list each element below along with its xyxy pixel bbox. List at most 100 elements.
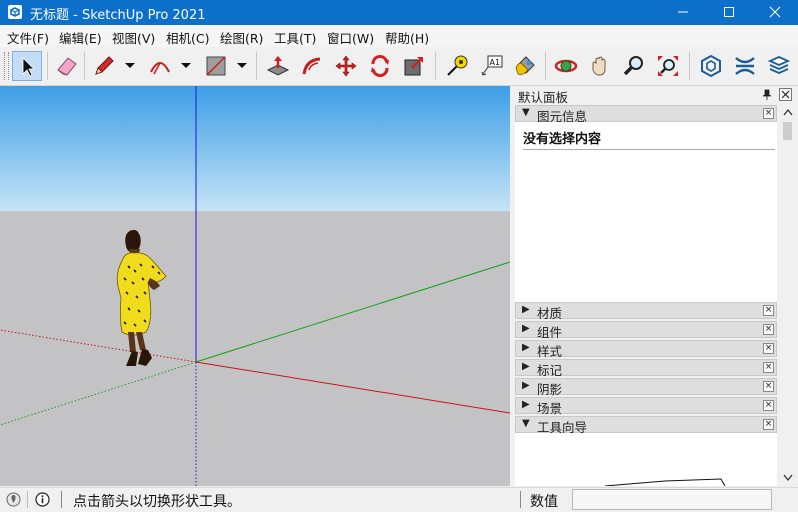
collapse-triangle-icon: ▶ (522, 342, 530, 353)
toolbar-separator (435, 52, 436, 80)
follow-me-tool[interactable] (297, 51, 327, 81)
menu-tools[interactable]: 工具(T) (274, 28, 316, 47)
collapse-triangle-icon: ▶ (522, 304, 530, 315)
minimize-button[interactable] (660, 0, 706, 25)
expand-triangle-icon: ▼ (522, 107, 530, 118)
tray-close-button[interactable]: × (763, 305, 774, 316)
move-icon (335, 55, 357, 77)
collapse-triangle-icon: ▶ (522, 361, 530, 372)
orbit-icon (554, 59, 578, 73)
toolbar-separator (256, 52, 257, 80)
rectangle-tool[interactable] (201, 51, 231, 81)
follow-me-icon (302, 57, 321, 75)
tray-instructor[interactable]: ▼ 工具向导 × (515, 416, 777, 435)
entity-info-body: 没有选择内容 (515, 122, 777, 305)
close-icon (781, 90, 790, 99)
line-tool[interactable] (89, 51, 119, 81)
status-divider (520, 491, 521, 508)
tape-measure-icon (447, 55, 468, 76)
geo-location-icon[interactable] (6, 492, 21, 507)
pan-tool[interactable] (585, 51, 615, 81)
measurements-label: 数值 (530, 494, 558, 510)
text-tool[interactable]: A1 (476, 51, 506, 81)
menu-view[interactable]: 视图(V) (112, 28, 155, 47)
sky (0, 86, 510, 211)
menu-window[interactable]: 窗口(W) (327, 28, 374, 47)
layers-tool[interactable] (764, 51, 794, 81)
expand-triangle-icon: ▼ (522, 418, 530, 429)
tray-materials[interactable]: ▶ 材质 × (515, 302, 777, 321)
tray-close-button[interactable]: × (763, 362, 774, 373)
tray-entity-info[interactable]: ▼ 图元信息 × (515, 105, 777, 124)
instructor-body (515, 433, 777, 487)
eraser-tool[interactable] (52, 51, 82, 81)
tray-close-button[interactable]: × (763, 381, 774, 392)
toolbar-separator (84, 52, 85, 80)
panel-scrollbar[interactable] (779, 104, 797, 486)
toolbar-separator (689, 52, 690, 80)
tray-scenes[interactable]: ▶ 场景 × (515, 397, 777, 416)
tray-close-button[interactable]: × (763, 324, 774, 335)
rectangle-tool-dropdown-icon[interactable] (235, 58, 249, 72)
viewport-canvas (0, 86, 510, 486)
move-tool[interactable] (331, 51, 361, 81)
menu-draw[interactable]: 绘图(R) (220, 28, 263, 47)
toolbar-grip[interactable] (4, 52, 9, 80)
menu-file[interactable]: 文件(F) (7, 28, 49, 47)
tray-tags[interactable]: ▶ 标记 × (515, 359, 777, 378)
layers-icon (767, 56, 791, 74)
tray-close-button[interactable]: × (763, 108, 774, 119)
tray-label: 场景 (537, 401, 563, 416)
tray-components[interactable]: ▶ 组件 × (515, 321, 777, 340)
paint-bucket-tool[interactable] (510, 51, 540, 81)
scale-tool[interactable] (399, 51, 429, 81)
menu-help[interactable]: 帮助(H) (385, 28, 429, 47)
scale-icon (404, 57, 423, 76)
line-tool-dropdown-icon[interactable] (123, 58, 137, 72)
panel-close-button[interactable] (779, 88, 792, 101)
menu-camera[interactable]: 相机(C) (166, 28, 209, 47)
status-divider (61, 491, 62, 508)
extension-warehouse-tool[interactable] (730, 51, 760, 81)
tray-shadows[interactable]: ▶ 阴影 × (515, 378, 777, 397)
maximize-button[interactable] (706, 0, 752, 25)
collapse-triangle-icon: ▶ (522, 380, 530, 391)
tray-close-button[interactable]: × (763, 343, 774, 354)
orbit-tool[interactable] (551, 51, 581, 81)
modeling-viewport[interactable] (0, 86, 510, 486)
rotate-tool[interactable] (365, 51, 395, 81)
info-icon[interactable] (35, 492, 50, 507)
menu-edit[interactable]: 编辑(E) (59, 28, 102, 47)
warehouse-icon (701, 54, 721, 78)
pin-icon[interactable] (761, 89, 773, 101)
toolbar-separator (545, 52, 546, 80)
tape-measure-tool[interactable] (442, 51, 472, 81)
close-window-button[interactable] (752, 0, 798, 25)
select-tool[interactable] (12, 51, 42, 81)
arc-tool-dropdown-icon[interactable] (179, 58, 193, 72)
zoom-tool[interactable] (619, 51, 649, 81)
tray-label: 样式 (537, 344, 563, 359)
magnifier-icon (623, 56, 643, 76)
hand-icon (592, 56, 606, 76)
scroll-up-icon[interactable] (783, 108, 793, 116)
tray-close-button[interactable]: × (763, 400, 774, 411)
title-bar: 无标题 - SketchUp Pro 2021 (0, 0, 798, 25)
maximize-icon (724, 7, 734, 17)
rectangle-icon (206, 56, 226, 76)
tray-close-button[interactable]: × (763, 419, 774, 430)
arc-tool[interactable] (145, 51, 175, 81)
scroll-down-icon[interactable] (783, 474, 793, 482)
measurements-input[interactable] (572, 489, 772, 510)
menu-bar: 文件(F) 编辑(E) 视图(V) 相机(C) 绘图(R) 工具(T) 窗口(W… (0, 25, 798, 48)
tray-styles[interactable]: ▶ 样式 × (515, 340, 777, 359)
toolbar-separator (47, 52, 48, 80)
push-pull-tool[interactable] (263, 51, 293, 81)
scroll-thumb[interactable] (783, 122, 792, 140)
text-tool-glyph: A1 (490, 58, 501, 67)
panel-title: 默认面板 (518, 90, 569, 105)
pencil-icon (95, 56, 114, 75)
zoom-extents-tool[interactable] (653, 51, 683, 81)
sketchup-logo-icon (8, 5, 22, 19)
warehouse-tool[interactable] (696, 51, 726, 81)
